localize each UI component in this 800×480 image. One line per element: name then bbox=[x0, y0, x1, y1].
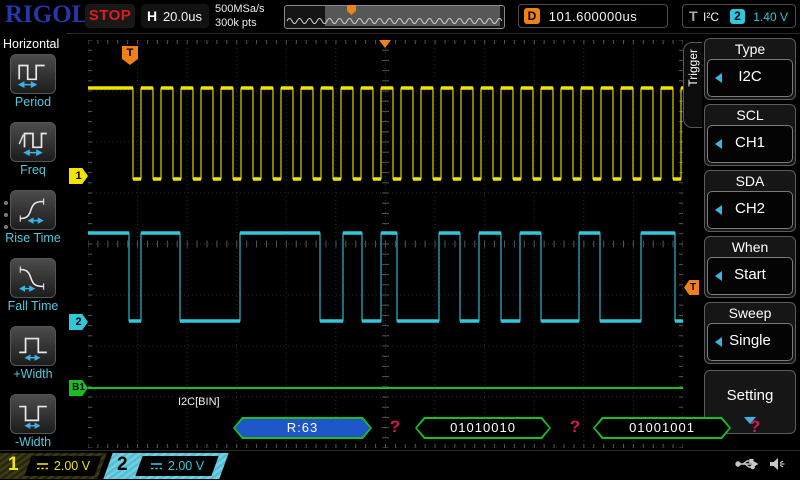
waveform-display: I2C[BIN] R:63 ? 01010010 ? 01001001 ? bbox=[88, 40, 760, 448]
menu-group-sda: SDA CH2 bbox=[704, 170, 796, 232]
measure-item-label: +Width bbox=[13, 367, 53, 381]
channel2-scale-box[interactable]: 2.00 V bbox=[135, 456, 219, 476]
measure-item-label: Freq bbox=[20, 163, 46, 177]
horizontal-timebase-box: H 20.0us bbox=[141, 4, 209, 28]
channel-status-bar: 1 2.00 V 2 2.00 V bbox=[0, 450, 800, 480]
measure-item-rise-time[interactable] bbox=[10, 190, 56, 230]
sweep-button[interactable]: Single bbox=[707, 323, 793, 361]
decode-error-mark: ? bbox=[389, 417, 401, 436]
trigger-info-box: T I²C 2 1.40 V bbox=[682, 4, 796, 28]
delay-box: D 101.600000us bbox=[518, 4, 668, 28]
scl-value: CH1 bbox=[734, 134, 765, 151]
menu-group-label: Sweep bbox=[728, 305, 772, 321]
memory-position-bar bbox=[284, 5, 505, 29]
timebase-value: 20.0us bbox=[162, 9, 202, 24]
trigger-label: T bbox=[689, 8, 698, 24]
left-menu-title: Horizontal bbox=[3, 37, 60, 51]
sda-button[interactable]: CH2 bbox=[707, 191, 793, 229]
run-state-badge: STOP bbox=[85, 4, 135, 28]
decode-frame-text: 01010010 bbox=[417, 419, 549, 437]
trigger-type: I²C bbox=[703, 10, 719, 24]
decode-frame-text: R:63 bbox=[235, 419, 370, 437]
dc-coupling-icon bbox=[150, 462, 162, 469]
menu-group-type: Type I2C bbox=[704, 38, 796, 100]
rigol-logo: RIGOL bbox=[5, 1, 89, 28]
channel2-scale: 2.00 V bbox=[167, 459, 205, 473]
oscilloscope-screen: RIGOL STOP H 20.0us 500MSa/s 300k pts D … bbox=[0, 0, 800, 480]
scl-button[interactable]: CH1 bbox=[707, 125, 793, 163]
menu-group-label: SDA bbox=[735, 173, 765, 189]
channel1-scale-box[interactable]: 2.00 V bbox=[24, 456, 102, 476]
sweep-value: Single bbox=[729, 332, 771, 349]
measure-item-label: Period bbox=[14, 95, 52, 109]
waveform-canvas bbox=[88, 40, 683, 448]
acquisition-info: 500MSa/s 300k pts bbox=[215, 2, 265, 30]
status-bar: RIGOL STOP H 20.0us 500MSa/s 300k pts D … bbox=[0, 0, 800, 34]
when-value: Start bbox=[734, 266, 766, 283]
channel1-ground-marker[interactable]: 1 bbox=[69, 168, 88, 184]
trigger-tab-label: Trigger bbox=[686, 49, 700, 87]
h-label: H bbox=[147, 8, 158, 24]
measure-item-minus-width[interactable] bbox=[10, 394, 56, 434]
menu-group-when: When Start bbox=[704, 236, 796, 298]
decode-bus-marker[interactable]: B1 bbox=[69, 380, 88, 396]
when-button[interactable]: Start bbox=[707, 257, 793, 295]
type-value: I2C bbox=[738, 68, 762, 85]
measure-item-label: -Width bbox=[14, 435, 52, 449]
channel1-scale: 2.00 V bbox=[53, 459, 91, 473]
type-button[interactable]: I2C bbox=[707, 59, 793, 97]
menu-group-sweep: Sweep Single bbox=[704, 302, 796, 364]
measure-item-plus-width[interactable] bbox=[10, 326, 56, 366]
horizontal-measure-menu: Horizontal Period Freq Rise Time Fall Ti… bbox=[0, 33, 66, 450]
plus-width-icon bbox=[19, 337, 47, 361]
trigger-level-marker[interactable]: T bbox=[684, 280, 699, 295]
decode-error-mark: ? bbox=[569, 417, 581, 436]
minus-width-icon bbox=[19, 405, 47, 429]
decode-frame-text: 01001001 bbox=[595, 419, 729, 437]
channel1-number[interactable]: 1 bbox=[8, 454, 19, 476]
menu-group-label: When bbox=[731, 239, 769, 255]
measure-item-freq[interactable] bbox=[10, 122, 56, 162]
measure-item-label: Fall Time bbox=[7, 299, 59, 313]
decode-frame-data: 01010010 bbox=[415, 417, 551, 439]
decode-frame-data: 01001001 bbox=[593, 417, 731, 439]
menu-group-label: Type bbox=[734, 41, 766, 57]
measure-item-fall-time[interactable] bbox=[10, 258, 56, 298]
decode-frame-address: R:63 bbox=[233, 417, 372, 439]
sample-rate: 500MSa/s bbox=[215, 3, 265, 15]
speaker-icon bbox=[770, 458, 785, 470]
delay-value: 101.600000us bbox=[548, 9, 638, 24]
channel2-number[interactable]: 2 bbox=[117, 454, 128, 476]
fall-time-icon bbox=[19, 266, 45, 292]
decode-error-mark: ? bbox=[749, 417, 761, 436]
memory-waveform-icon bbox=[286, 18, 502, 24]
memory-depth: 300k pts bbox=[215, 17, 257, 29]
channel2-ground-marker[interactable]: 2 bbox=[69, 314, 88, 330]
period-icon bbox=[18, 64, 45, 89]
menu-group-label: SCL bbox=[736, 107, 764, 123]
measure-item-period[interactable] bbox=[10, 54, 56, 94]
trigger-level-value: 1.40 V bbox=[753, 10, 788, 24]
setting-label: Setting bbox=[726, 387, 774, 404]
rise-time-icon bbox=[19, 198, 45, 224]
freq-icon bbox=[18, 132, 47, 157]
usb-icon bbox=[735, 458, 759, 470]
measure-item-label: Rise Time bbox=[5, 231, 61, 245]
sda-value: CH2 bbox=[734, 200, 765, 217]
trigger-center-marker-icon bbox=[379, 40, 391, 48]
decode-bus-label: I2C[BIN] bbox=[178, 396, 220, 408]
trigger-menu-tab: Trigger bbox=[683, 42, 702, 128]
menu-group-scl: SCL CH1 bbox=[704, 104, 796, 166]
trigger-source-badge: 2 bbox=[730, 9, 745, 24]
dc-coupling-icon bbox=[36, 462, 48, 469]
